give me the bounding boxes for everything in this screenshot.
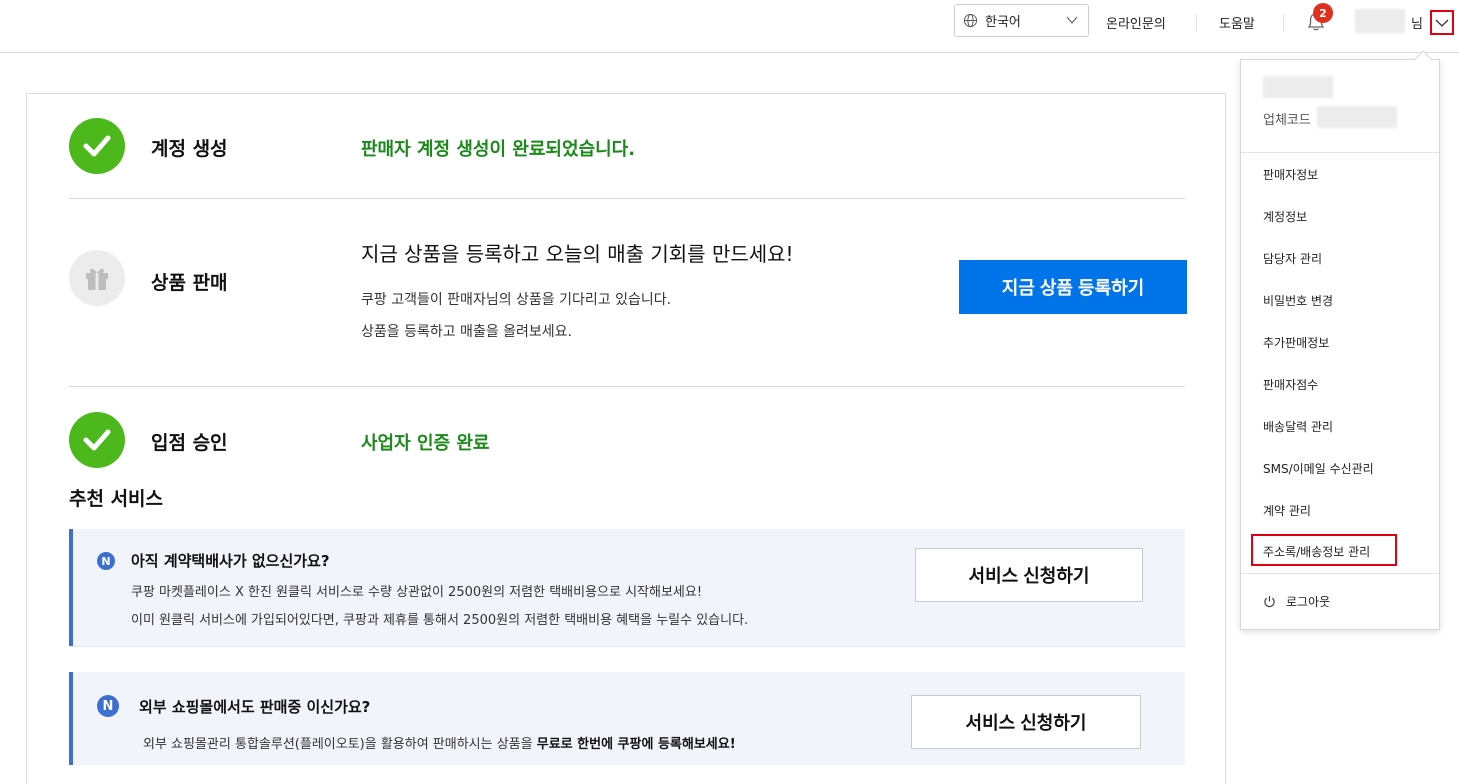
chevron-down-icon [1066,16,1078,24]
help-link[interactable]: 도움말 [1219,13,1255,32]
divider [69,646,1185,647]
user-name-redacted [1263,76,1333,98]
step-store-approval: 입점 승인 사업자 인증 완료 [69,412,1185,468]
logout-label: 로그아웃 [1286,595,1331,609]
service-title: 외부 쇼핑몰에서도 판매중 이신가요? [139,698,371,716]
new-badge-icon: N [97,695,119,717]
menu-item-change-password[interactable]: 비밀번호 변경 [1263,292,1333,309]
register-product-button[interactable]: 지금 상품 등록하기 [959,260,1187,314]
language-select[interactable]: 한국어 [954,4,1089,37]
user-menu-toggle[interactable] [1430,10,1454,35]
top-header: 한국어 온라인문의 도움말 2 님 [0,0,1459,53]
service-title: 아직 계약택배사가 없으신가요? [131,552,330,570]
language-label: 한국어 [985,15,1021,30]
power-icon [1264,595,1275,608]
promo-text: 상품을 등록하고 매출을 올려보세요. [361,324,572,340]
step-title: 계정 생성 [151,138,228,160]
step-status: 판매자 계정 생성이 완료되었습니다. [361,139,636,160]
notification-badge: 2 [1313,3,1333,23]
menu-item-sms-email[interactable]: SMS/이메일 수신관리 [1263,460,1374,477]
user-suffix: 님 [1411,17,1423,32]
online-inquiry-link[interactable]: 온라인문의 [1106,13,1166,32]
step-title: 입점 승인 [151,432,228,454]
onboarding-card: 계정 생성 판매자 계정 생성이 완료되었습니다. 상품 판매 지금 상품을 등… [26,93,1226,784]
menu-item-account-info[interactable]: 계정정보 [1263,208,1307,225]
menu-item-manager[interactable]: 담당자 관리 [1263,250,1322,267]
recommended-services-title: 추천 서비스 [69,488,164,510]
dropdown-caret [1414,50,1432,68]
header-divider [1283,14,1284,31]
check-circle-icon [69,118,125,174]
user-dropdown-menu: 업체코드 판매자정보 계정정보 담당자 관리 비밀번호 변경 추가판매정보 판매… [1240,50,1440,630]
step-title: 상품 판매 [151,272,228,294]
menu-item-delivery-calendar[interactable]: 배송달력 관리 [1263,418,1333,435]
promo-text: 쿠팡 고객들이 판매자님의 상품을 기다리고 있습니다. [361,292,672,308]
user-name-redacted [1355,9,1405,33]
apply-service-button[interactable]: 서비스 신청하기 [911,695,1141,749]
check-circle-icon [69,412,125,468]
service-desc: 외부 쇼핑몰관리 통합솔루션(플레이오토)을 활용하여 판매하시는 상품을 무료… [143,733,736,752]
service-desc-plain: 외부 쇼핑몰관리 통합솔루션(플레이오토)을 활용하여 판매하시는 상품을 [143,737,537,752]
step-account-created: 계정 생성 판매자 계정 생성이 완료되었습니다. [69,118,1185,174]
new-badge-icon: N [97,552,115,570]
chevron-down-icon [1435,19,1449,27]
header-divider [1196,14,1197,31]
logout-button[interactable]: 로그아웃 [1263,593,1330,610]
apply-service-button[interactable]: 서비스 신청하기 [915,548,1143,602]
menu-item-extra-sales-info[interactable]: 추가판매정보 [1263,334,1329,351]
step-status: 사업자 인증 완료 [361,433,490,454]
gift-icon [69,250,125,306]
menu-item-contract[interactable]: 계약 관리 [1263,502,1311,519]
menu-item-seller-info[interactable]: 판매자정보 [1263,166,1318,183]
menu-divider [1241,152,1439,153]
divider [69,198,1185,199]
service-desc: 이미 원클릭 서비스에 가입되어있다면, 쿠팡과 제휴를 통해서 2500원의 … [131,613,749,628]
menu-item-seller-score[interactable]: 판매자점수 [1263,376,1318,393]
service-card-external-mall: N 외부 쇼핑몰에서도 판매중 이신가요? 외부 쇼핑몰관리 통합솔루션(플레이… [69,672,1185,765]
service-desc-emphasis: 무료로 한번에 쿠팡에 등록해보세요! [536,737,736,752]
menu-divider [1241,573,1439,574]
service-card-courier: N 아직 계약택배사가 없으신가요? 쿠팡 마켓플레이스 X 한진 원클릭 서비… [69,529,1185,647]
menu-item-address-book[interactable]: 주소록/배송정보 관리 [1251,534,1397,566]
globe-icon [963,13,978,28]
vendor-code-redacted [1317,106,1397,128]
vendor-code-label: 업체코드 [1263,113,1311,128]
promo-headline: 지금 상품을 등록하고 오늘의 매출 기회를 만드세요! [361,242,794,266]
divider [69,386,1185,387]
step-product-sale: 상품 판매 지금 상품을 등록하고 오늘의 매출 기회를 만드세요! 쿠팡 고객… [69,234,1187,394]
service-desc: 쿠팡 마켓플레이스 X 한진 원클릭 서비스로 수량 상관없이 2500원의 저… [131,585,703,600]
